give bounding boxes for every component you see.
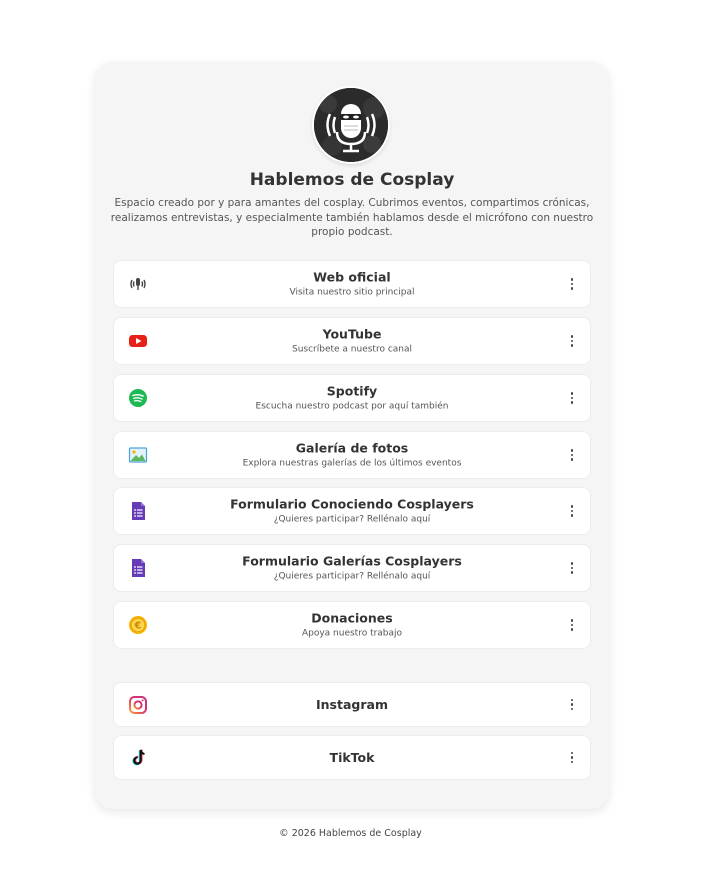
more-options-icon[interactable] (564, 331, 580, 351)
link-label: Spotify (326, 383, 378, 399)
link-subtitle: Escucha nuestro podcast por aquí también (255, 401, 449, 412)
more-options-icon[interactable] (564, 558, 580, 578)
profile-card: Hablemos de Cosplay Espacio creado por y… (95, 62, 609, 809)
link-web-oficial[interactable]: Web oficial Visita nuestro sitio princip… (113, 260, 591, 308)
link-subtitle: ¿Quieres participar? Rellénalo aquí (273, 514, 431, 525)
more-options-icon[interactable] (564, 274, 580, 294)
link-label: Instagram (316, 696, 388, 712)
link-galeria-fotos[interactable]: Galería de fotos Explora nuestras galerí… (113, 431, 591, 479)
link-label: Galería de fotos (295, 440, 409, 456)
link-youtube[interactable]: YouTube Suscríbete a nuestro canal (113, 317, 591, 365)
profile-title: Hablemos de Cosplay (249, 170, 455, 190)
link-spotify[interactable]: Spotify Escucha nuestro podcast por aquí… (113, 374, 591, 422)
gallery-icon (128, 445, 148, 465)
more-options-icon[interactable] (564, 501, 580, 521)
link-subtitle: ¿Quieres participar? Rellénalo aquí (273, 571, 431, 582)
footer-copyright: © 2026 Hablemos de Cosplay (279, 828, 422, 839)
link-donaciones[interactable]: € Donaciones Apoya nuestro trabajo (113, 601, 591, 649)
more-options-icon[interactable] (564, 695, 580, 715)
avatar (314, 88, 388, 162)
link-instagram[interactable]: Instagram (113, 682, 591, 727)
spotify-icon (128, 388, 148, 408)
profile-description: Espacio creado por y para amantes del co… (110, 197, 594, 238)
form-icon (128, 501, 148, 521)
more-options-icon[interactable] (564, 445, 580, 465)
svg-text:€: € (134, 621, 142, 632)
youtube-icon (128, 331, 148, 351)
link-subtitle: Suscríbete a nuestro canal (291, 344, 413, 355)
podcast-icon (128, 274, 148, 294)
link-label: Formulario Conociendo Cosplayers (230, 496, 474, 512)
link-label: TikTok (329, 749, 375, 765)
link-formulario-conociendo[interactable]: Formulario Conociendo Cosplayers ¿Quiere… (113, 487, 591, 535)
more-options-icon[interactable] (564, 748, 580, 768)
coin-icon: € (128, 615, 148, 635)
link-tiktok[interactable]: TikTok (113, 735, 591, 780)
link-subtitle: Visita nuestro sitio principal (289, 287, 415, 298)
link-subtitle: Apoya nuestro trabajo (301, 628, 403, 639)
link-label: YouTube (322, 326, 382, 342)
link-label: Web oficial (313, 269, 391, 285)
form-icon (128, 558, 148, 578)
link-label: Donaciones (311, 610, 393, 626)
microphone-mask-logo (314, 88, 388, 162)
link-subtitle: Explora nuestras galerías de los últimos… (242, 458, 462, 469)
more-options-icon[interactable] (564, 615, 580, 635)
more-options-icon[interactable] (564, 388, 580, 408)
link-formulario-galerias[interactable]: Formulario Galerías Cosplayers ¿Quieres … (113, 544, 591, 592)
tiktok-icon (128, 748, 148, 768)
link-label: Formulario Galerías Cosplayers (242, 553, 462, 569)
instagram-icon (128, 695, 148, 715)
